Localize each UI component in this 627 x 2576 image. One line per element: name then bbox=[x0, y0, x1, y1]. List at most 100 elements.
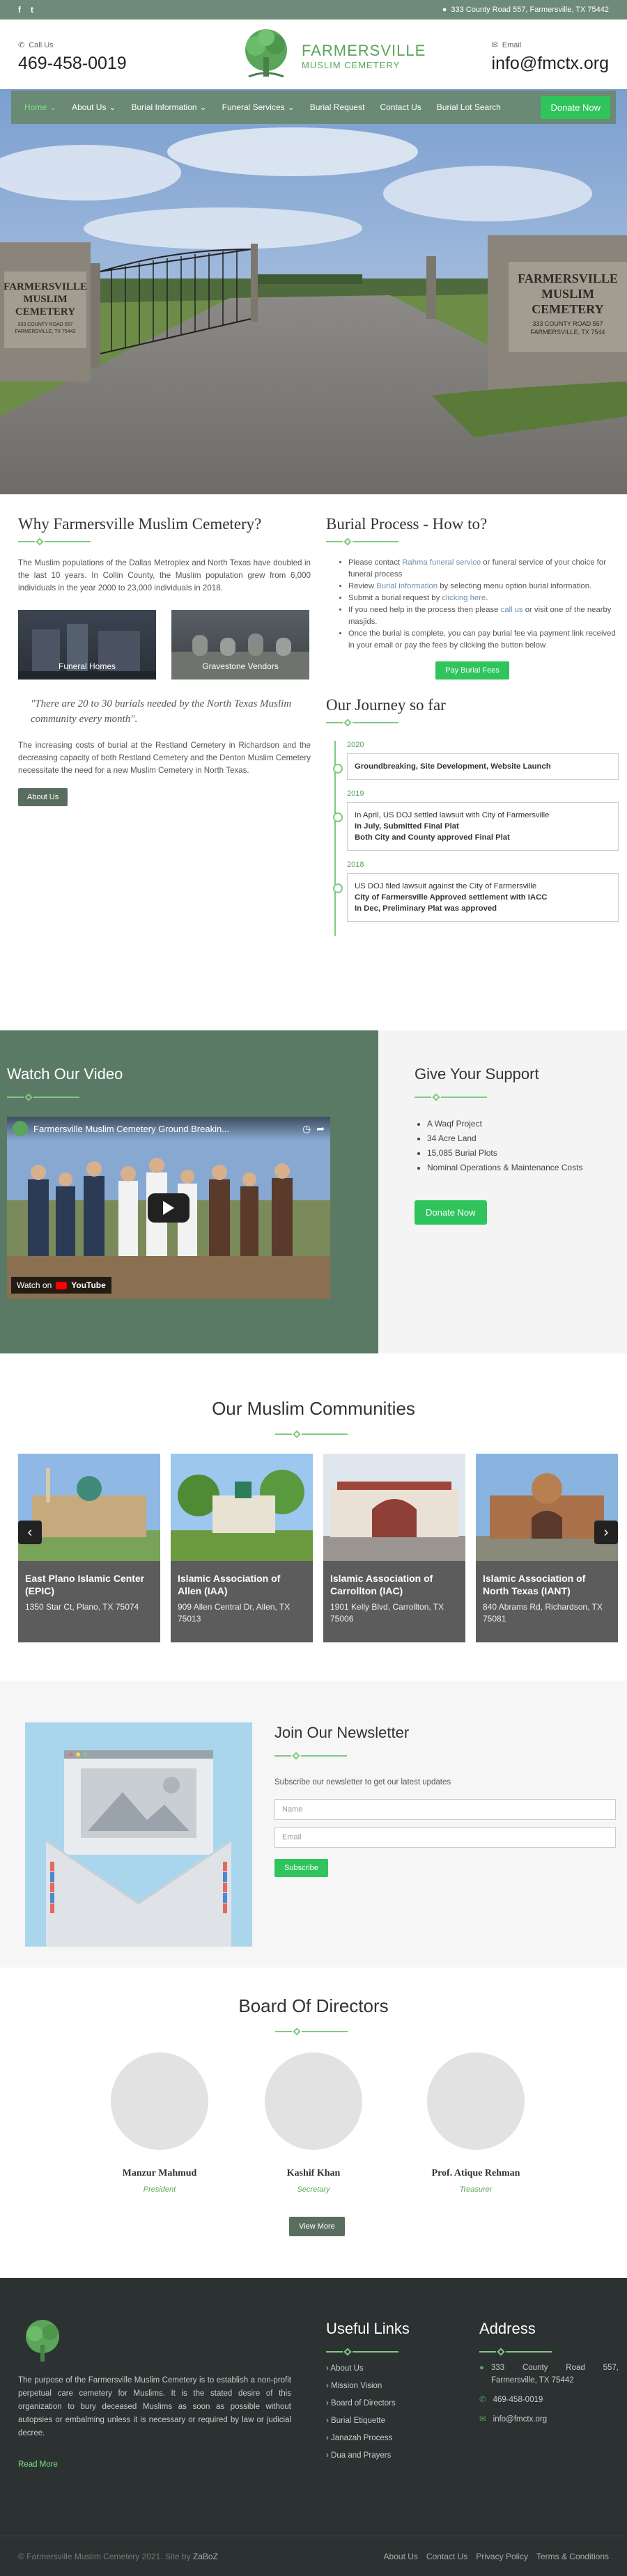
nav-burial-information[interactable]: Burial Information ⌄ bbox=[124, 91, 215, 124]
support-list: A Waqf Project 34 Acre Land 15,085 Buria… bbox=[427, 1117, 582, 1175]
footer-link[interactable]: › About Us bbox=[326, 2360, 396, 2378]
support-item: A Waqf Project bbox=[427, 1117, 582, 1131]
email-label: Email bbox=[502, 40, 522, 49]
bottom-link[interactable]: Privacy Policy bbox=[476, 2552, 528, 2561]
rahma-funeral-link[interactable]: Rahma funeral service bbox=[402, 558, 481, 567]
board-section: Board Of Directors Manzur Mahmud Preside… bbox=[0, 1968, 627, 2278]
title-divider bbox=[275, 1430, 348, 1438]
title-divider bbox=[415, 1093, 487, 1101]
pay-burial-fees-button[interactable]: Pay Burial Fees bbox=[435, 661, 509, 680]
footer-link[interactable]: › Mission Vision bbox=[326, 2378, 396, 2395]
support-item: 34 Acre Land bbox=[427, 1131, 582, 1146]
read-more-link[interactable]: Read More bbox=[18, 2460, 58, 2469]
footer-email[interactable]: info@fmctx.org bbox=[493, 2413, 548, 2426]
title-divider bbox=[275, 2027, 348, 2036]
nav-home[interactable]: Home ⌄ bbox=[17, 91, 64, 124]
nav-contact-us[interactable]: Contact Us bbox=[372, 91, 428, 124]
channel-avatar[interactable] bbox=[13, 1121, 28, 1136]
bottom-link[interactable]: About Us bbox=[384, 2552, 418, 2561]
main-nav: Home ⌄ About Us ⌄ Burial Information ⌄ Fune… bbox=[11, 91, 616, 124]
chevron-down-icon: ⌄ bbox=[109, 102, 116, 112]
footer-link[interactable]: › Board of Directors bbox=[326, 2395, 396, 2412]
timeline-year: 2020 bbox=[347, 741, 364, 749]
top-bar: f t ● 333 County Road 557, Farmersville,… bbox=[0, 0, 627, 19]
header-email[interactable]: info@fmctx.org bbox=[492, 54, 609, 74]
funeral-homes-card[interactable]: Funeral Homes bbox=[18, 610, 156, 680]
nav-burial-request[interactable]: Burial Request bbox=[302, 91, 373, 124]
community-image bbox=[171, 1454, 313, 1561]
header-phone[interactable]: 469-458-0019 bbox=[18, 54, 127, 74]
subscribe-button[interactable]: Subscribe bbox=[274, 1859, 328, 1877]
view-more-button[interactable]: View More bbox=[289, 2217, 345, 2236]
site-header: ✆ Call Us 469-458-0019 FARMERSVILLE MUSLI… bbox=[0, 19, 627, 89]
title-divider bbox=[274, 1752, 347, 1760]
funeral-homes-label: Funeral Homes bbox=[58, 661, 116, 671]
sign-right-line3: CEMETERY bbox=[532, 302, 603, 316]
support-donate-button[interactable]: Donate Now bbox=[415, 1200, 487, 1225]
gravestone-vendors-label: Gravestone Vendors bbox=[202, 661, 279, 671]
logo-title: FARMERSVILLE bbox=[302, 41, 426, 59]
facebook-icon[interactable]: f bbox=[18, 5, 21, 15]
footer-link[interactable]: › Burial Etiquette bbox=[326, 2412, 396, 2430]
chevron-down-icon: ⌄ bbox=[49, 102, 57, 112]
share-icon[interactable]: ➦ bbox=[316, 1123, 325, 1135]
twitter-icon[interactable]: t bbox=[31, 5, 33, 15]
newsletter-section: Join Our Newsletter Subscribe our newsle… bbox=[0, 1681, 627, 1968]
site-by-link[interactable]: ZaBoZ bbox=[193, 2552, 218, 2561]
support-title: Give Your Support bbox=[415, 1065, 539, 1083]
site-logo[interactable]: FARMERSVILLE MUSLIM CEMETERY bbox=[235, 26, 426, 85]
watch-on-youtube[interactable]: Watch on YouTube bbox=[11, 1277, 111, 1294]
community-card[interactable]: Islamic Association of Allen (IAA) 909 A… bbox=[171, 1454, 313, 1642]
footer-phone[interactable]: 469-458-0019 bbox=[493, 2394, 543, 2406]
carousel-next-icon[interactable]: › bbox=[594, 1521, 618, 1544]
process-step: If you need help in the process then ple… bbox=[348, 604, 619, 628]
clicking-here-link[interactable]: clicking here bbox=[442, 594, 486, 602]
why-title: Why Farmersville Muslim Cemetery? bbox=[18, 515, 262, 533]
location-icon: ● bbox=[479, 2364, 484, 2372]
nav-donate-button[interactable]: Donate Now bbox=[541, 95, 610, 119]
community-card[interactable]: Islamic Association of Carrollton (IAC) … bbox=[323, 1454, 465, 1642]
board-member: Kashif Khan Secretary bbox=[261, 2052, 366, 2194]
footer-link[interactable]: › Janazah Process bbox=[326, 2430, 396, 2447]
youtube-player[interactable]: Farmersville Muslim Cemetery Ground Brea… bbox=[7, 1117, 330, 1299]
clock-icon[interactable]: ◷ bbox=[302, 1123, 311, 1135]
support-section: Give Your Support A Waqf Project 34 Acre… bbox=[378, 1030, 627, 1353]
community-card[interactable]: Islamic Association of North Texas (IANT… bbox=[476, 1454, 618, 1642]
address-title: Address bbox=[479, 2320, 536, 2337]
newsletter-email-input[interactable]: Email bbox=[274, 1827, 616, 1848]
avatar bbox=[427, 2052, 525, 2150]
newsletter-name-input[interactable]: Name bbox=[274, 1799, 616, 1820]
footer-address: 333 County Road 557, Farmersville, TX 75… bbox=[490, 2364, 619, 2385]
process-step: Once the burial is complete, you can pay… bbox=[348, 628, 619, 652]
nav-about-us[interactable]: About Us ⌄ bbox=[64, 91, 123, 124]
nav-burial-lot-search[interactable]: Burial Lot Search bbox=[429, 91, 509, 124]
sign-left-line5: FARMERSVILLE, TX 75442 bbox=[15, 329, 75, 334]
process-step: Submit a burial request by clicking here… bbox=[348, 592, 619, 604]
footer-link[interactable]: › Dua and Prayers bbox=[326, 2447, 396, 2465]
phone-icon: ✆ bbox=[18, 41, 25, 49]
sign-left-line4: 333 COUNTY ROAD 557 bbox=[18, 322, 73, 327]
board-member: Prof. Atique Rehman Treasurer bbox=[424, 2052, 528, 2194]
community-image bbox=[18, 1454, 160, 1561]
about-us-button[interactable]: About Us bbox=[18, 788, 68, 806]
nav-funeral-services[interactable]: Funeral Services ⌄ bbox=[215, 91, 302, 124]
community-card[interactable]: East Plano Islamic Center (EPIC) 1350 St… bbox=[18, 1454, 160, 1642]
process-title: Burial Process - How to? bbox=[326, 515, 488, 533]
avatar bbox=[265, 2052, 362, 2150]
sign-right-line2: MUSLIM bbox=[541, 287, 594, 301]
burial-information-link[interactable]: Burial information bbox=[376, 582, 438, 590]
play-button[interactable] bbox=[148, 1193, 189, 1223]
sign-right-line1: FARMERSVILLE bbox=[518, 272, 618, 285]
bottom-link[interactable]: Terms & Conditions bbox=[536, 2552, 609, 2561]
copyright: © Farmersville Muslim Cemetery 2021. Sit… bbox=[18, 2551, 218, 2561]
avatar bbox=[111, 2052, 208, 2150]
sign-left-line3: CEMETERY bbox=[15, 306, 75, 317]
video-title-overlay[interactable]: Farmersville Muslim Cemetery Ground Brea… bbox=[33, 1124, 229, 1134]
footer-bottom-bar: © Farmersville Muslim Cemetery 2021. Sit… bbox=[0, 2536, 627, 2576]
phone-icon: ✆ bbox=[479, 2396, 486, 2404]
bottom-link[interactable]: Contact Us bbox=[426, 2552, 467, 2561]
gravestone-vendors-card[interactable]: Gravestone Vendors bbox=[171, 610, 309, 680]
call-us-link[interactable]: call us bbox=[501, 606, 523, 614]
footer-logo-icon[interactable] bbox=[18, 2317, 67, 2366]
carousel-prev-icon[interactable]: ‹ bbox=[18, 1521, 42, 1544]
